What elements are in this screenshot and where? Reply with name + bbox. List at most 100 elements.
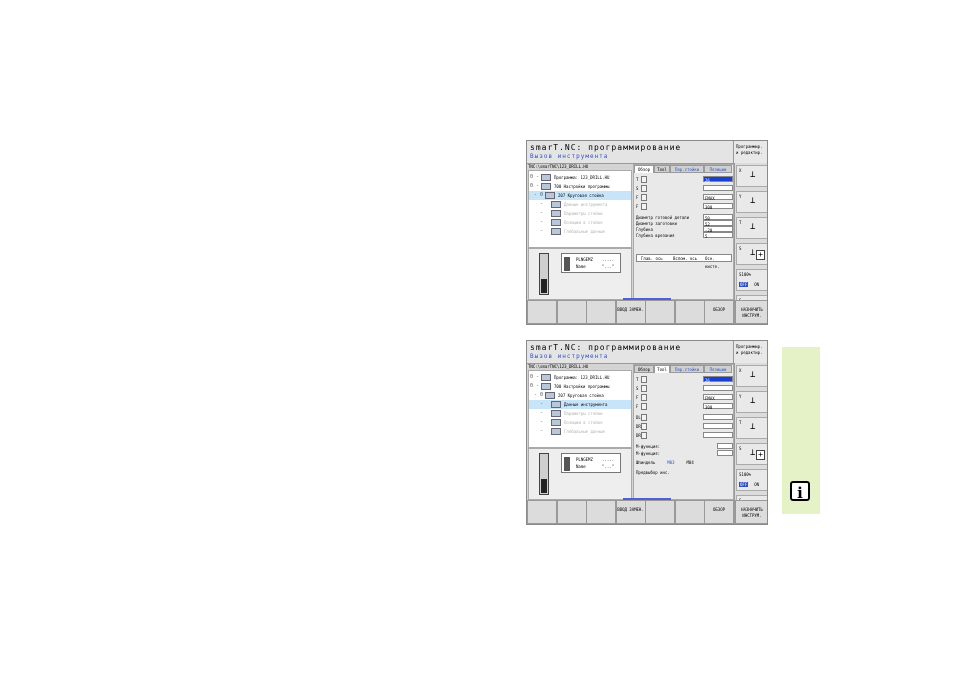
axis-icon: ⊥ xyxy=(750,248,756,258)
tree-item[interactable]: - Позиции в стойке xyxy=(529,418,631,427)
tree-item[interactable]: - Позиции в стойке xyxy=(529,218,631,227)
tab-2[interactable]: Пар.стойки xyxy=(670,365,704,373)
axis-softkey-0[interactable]: X ⊥ xyxy=(736,365,767,387)
form-field: DR2 xyxy=(636,432,733,439)
spindle-m3-option[interactable]: M03 xyxy=(667,460,674,465)
axis-softkey-2[interactable]: T ⊥ xyxy=(736,417,767,439)
off-label: OFF xyxy=(739,282,749,287)
form-field: T 26 xyxy=(636,376,733,383)
softkey-assign-tool[interactable]: НАЗНАЧИТЬ ИНСТРУМ. xyxy=(735,300,767,324)
field-label: F xyxy=(636,395,639,400)
tree-item[interactable]: 0 - 700 Настройки программы xyxy=(529,382,631,391)
tool-info-card: PLNGEMZ..... Name "..." xyxy=(561,453,621,473)
tree-expander[interactable]: 0 - xyxy=(530,382,539,391)
misc-row: M-функция: xyxy=(636,450,733,457)
tree-item[interactable]: - Данные инструмента xyxy=(529,400,631,409)
tool-info-card: PLNGEMZ..... Name "..." xyxy=(561,253,621,273)
axis-softkey-2[interactable]: T ⊥ xyxy=(736,217,767,239)
tree-expander[interactable]: - 0 xyxy=(534,391,543,400)
misc-input[interactable] xyxy=(717,450,733,456)
tree-item[interactable]: - Параметры стойки xyxy=(529,209,631,218)
misc-input[interactable] xyxy=(717,443,733,449)
plus-icon[interactable]: + xyxy=(756,250,765,260)
tree-item[interactable]: 0 - Программа: 123_DRILL.HU xyxy=(529,173,631,182)
tree-expander[interactable]: 0 - xyxy=(530,373,539,382)
softkey-4[interactable] xyxy=(645,500,675,524)
tree-expander[interactable]: - xyxy=(540,427,543,436)
field-input[interactable] xyxy=(703,432,733,438)
tree-expander[interactable]: 0 - xyxy=(530,182,539,191)
softkey-assign-tool[interactable]: НАЗНАЧИТЬ ИНСТРУМ. xyxy=(735,500,767,524)
tree-item[interactable]: - Глобальные данные xyxy=(529,227,631,236)
axis-softkey-3[interactable]: S ⊥ + xyxy=(736,243,767,265)
tree-item[interactable]: 0 - 700 Настройки программы xyxy=(529,182,631,191)
tree-expander[interactable]: - xyxy=(540,227,543,236)
field-input[interactable]: 300 xyxy=(703,203,733,210)
axis-softkey-0[interactable]: X ⊥ xyxy=(736,165,767,187)
softkey-2[interactable] xyxy=(586,500,616,524)
field-input[interactable] xyxy=(703,385,733,391)
field-input[interactable]: 26 xyxy=(703,376,733,383)
tree-expander[interactable]: - 0 xyxy=(534,191,543,200)
field-input[interactable] xyxy=(703,423,733,429)
tree-expander[interactable]: - xyxy=(540,209,543,218)
tab-1[interactable]: Tool xyxy=(654,365,670,373)
tree-expander[interactable]: - xyxy=(540,409,543,418)
softkey-0[interactable] xyxy=(527,500,557,524)
tab-3[interactable]: Позиции xyxy=(704,165,732,173)
axis-softkey-4[interactable]: S100% OFF ON xyxy=(736,269,767,291)
tree-item[interactable]: - 0 207 Круговая стойка xyxy=(529,391,631,400)
tree-node-icon xyxy=(541,383,551,390)
field-icon xyxy=(641,376,647,383)
softkey-4[interactable] xyxy=(645,300,675,324)
tree-expander[interactable]: - xyxy=(540,218,543,227)
plus-icon[interactable]: + xyxy=(756,450,765,460)
field-input[interactable]: FMAX xyxy=(703,194,733,201)
softkey-6[interactable]: ОБЗОР xyxy=(704,500,734,524)
softkey-2[interactable] xyxy=(586,300,616,324)
field-input[interactable]: 26 xyxy=(703,176,733,183)
info-value: ..... xyxy=(602,257,615,262)
tab-0[interactable]: Обзор xyxy=(634,365,654,373)
preselect-checkbox[interactable]: Предвыбор инс. xyxy=(636,469,732,477)
field-input[interactable] xyxy=(703,185,733,191)
tree-expander[interactable]: 0 - xyxy=(530,173,539,182)
softkey-5[interactable] xyxy=(674,500,705,524)
axis-softkey-1[interactable]: Y ⊥ xyxy=(736,191,767,213)
spindle-m4-option[interactable]: M04 xyxy=(687,460,694,465)
tree-expander[interactable]: - xyxy=(540,200,543,209)
softkey-6[interactable]: ОБЗОР xyxy=(704,300,734,324)
program-tree: 0 - Программа: 123_DRILL.HU 0 - 700 Настрой… xyxy=(528,370,632,448)
field-input[interactable] xyxy=(703,414,733,420)
softkey-1[interactable] xyxy=(556,300,587,324)
tab-2[interactable]: Пар.стойки xyxy=(670,165,704,173)
axis-softkey-3[interactable]: S ⊥ + xyxy=(736,443,767,465)
softkey-3[interactable]: ВВОД ЗАМЕН. xyxy=(615,300,646,324)
tool-preview: PLNGEMZ..... Name "..." xyxy=(528,448,632,500)
softkey-5[interactable] xyxy=(674,300,705,324)
tab-1[interactable]: Tool xyxy=(654,165,670,173)
spindle-override[interactable]: OFF ON xyxy=(739,482,759,487)
tree-item[interactable]: - 0 207 Круговая стойка xyxy=(529,191,631,200)
tree-item[interactable]: - Данные инструмента xyxy=(529,200,631,209)
tree-item[interactable]: - Параметры стойки xyxy=(529,409,631,418)
field-input[interactable]: 300 xyxy=(703,403,733,410)
tab-0[interactable]: Обзор xyxy=(634,165,654,173)
tree-item[interactable]: 0 - Программа: 123_DRILL.HU xyxy=(529,373,631,382)
axis-softkey-1[interactable]: Y ⊥ xyxy=(736,391,767,413)
softkey-3[interactable]: ВВОД ЗАМЕН. xyxy=(615,500,646,524)
param-input[interactable]: 5 xyxy=(703,232,733,239)
tree-item[interactable]: - Глобальные данные xyxy=(529,427,631,436)
softkey-1[interactable] xyxy=(556,500,587,524)
softkey-0[interactable] xyxy=(527,300,557,324)
form-field: F FMAX xyxy=(636,394,733,401)
tree-expander[interactable]: - xyxy=(540,418,543,427)
axis-softkey-4[interactable]: S100% OFF ON xyxy=(736,469,767,491)
tree-expander[interactable]: - xyxy=(540,400,543,409)
spindle-override[interactable]: OFF ON xyxy=(739,282,759,287)
tab-3[interactable]: Позиции xyxy=(704,365,732,373)
field-icon xyxy=(641,403,647,410)
tree-item-label: 207 Круговая стойка xyxy=(558,193,604,198)
field-input[interactable]: FMAX xyxy=(703,394,733,401)
tree-node-icon xyxy=(541,174,551,181)
